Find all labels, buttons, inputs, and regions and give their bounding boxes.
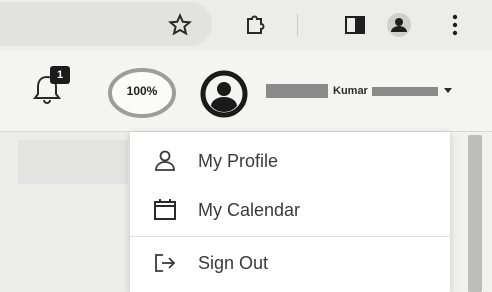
menu-item-my-profile[interactable]: My Profile <box>130 136 450 186</box>
caret-down-icon[interactable] <box>444 88 452 93</box>
user-icon <box>155 150 175 171</box>
redacted-last-name <box>372 87 438 96</box>
user-name[interactable]: Kumar <box>333 85 368 97</box>
toolbar-separator <box>297 14 298 36</box>
redacted-first-name <box>266 84 328 98</box>
scrollbar[interactable] <box>468 135 482 292</box>
sign-out-icon <box>155 254 176 272</box>
side-panel-icon[interactable] <box>344 14 366 36</box>
browser-toolbar <box>0 0 492 50</box>
notification-count-badge: 1 <box>50 66 70 84</box>
user-dropdown-menu: My Profile My Calendar Sign Out <box>130 132 450 292</box>
menu-item-label: My Profile <box>198 150 279 171</box>
menu-item-label: My Calendar <box>198 199 301 220</box>
menu-item-my-calendar[interactable]: My Calendar <box>130 185 450 235</box>
page-content-block <box>18 140 128 184</box>
profile-icon[interactable] <box>386 12 412 38</box>
calendar-icon <box>154 199 176 220</box>
progress-percent: 100% <box>126 84 158 98</box>
menu-item-sign-out[interactable]: Sign Out <box>130 238 450 288</box>
menu-divider <box>130 236 450 237</box>
star-icon[interactable] <box>168 13 192 37</box>
menu-item-label: Sign Out <box>198 252 269 273</box>
more-vert-icon[interactable] <box>450 13 460 37</box>
extension-puzzle-icon[interactable] <box>243 13 267 37</box>
avatar-icon[interactable] <box>200 70 248 118</box>
